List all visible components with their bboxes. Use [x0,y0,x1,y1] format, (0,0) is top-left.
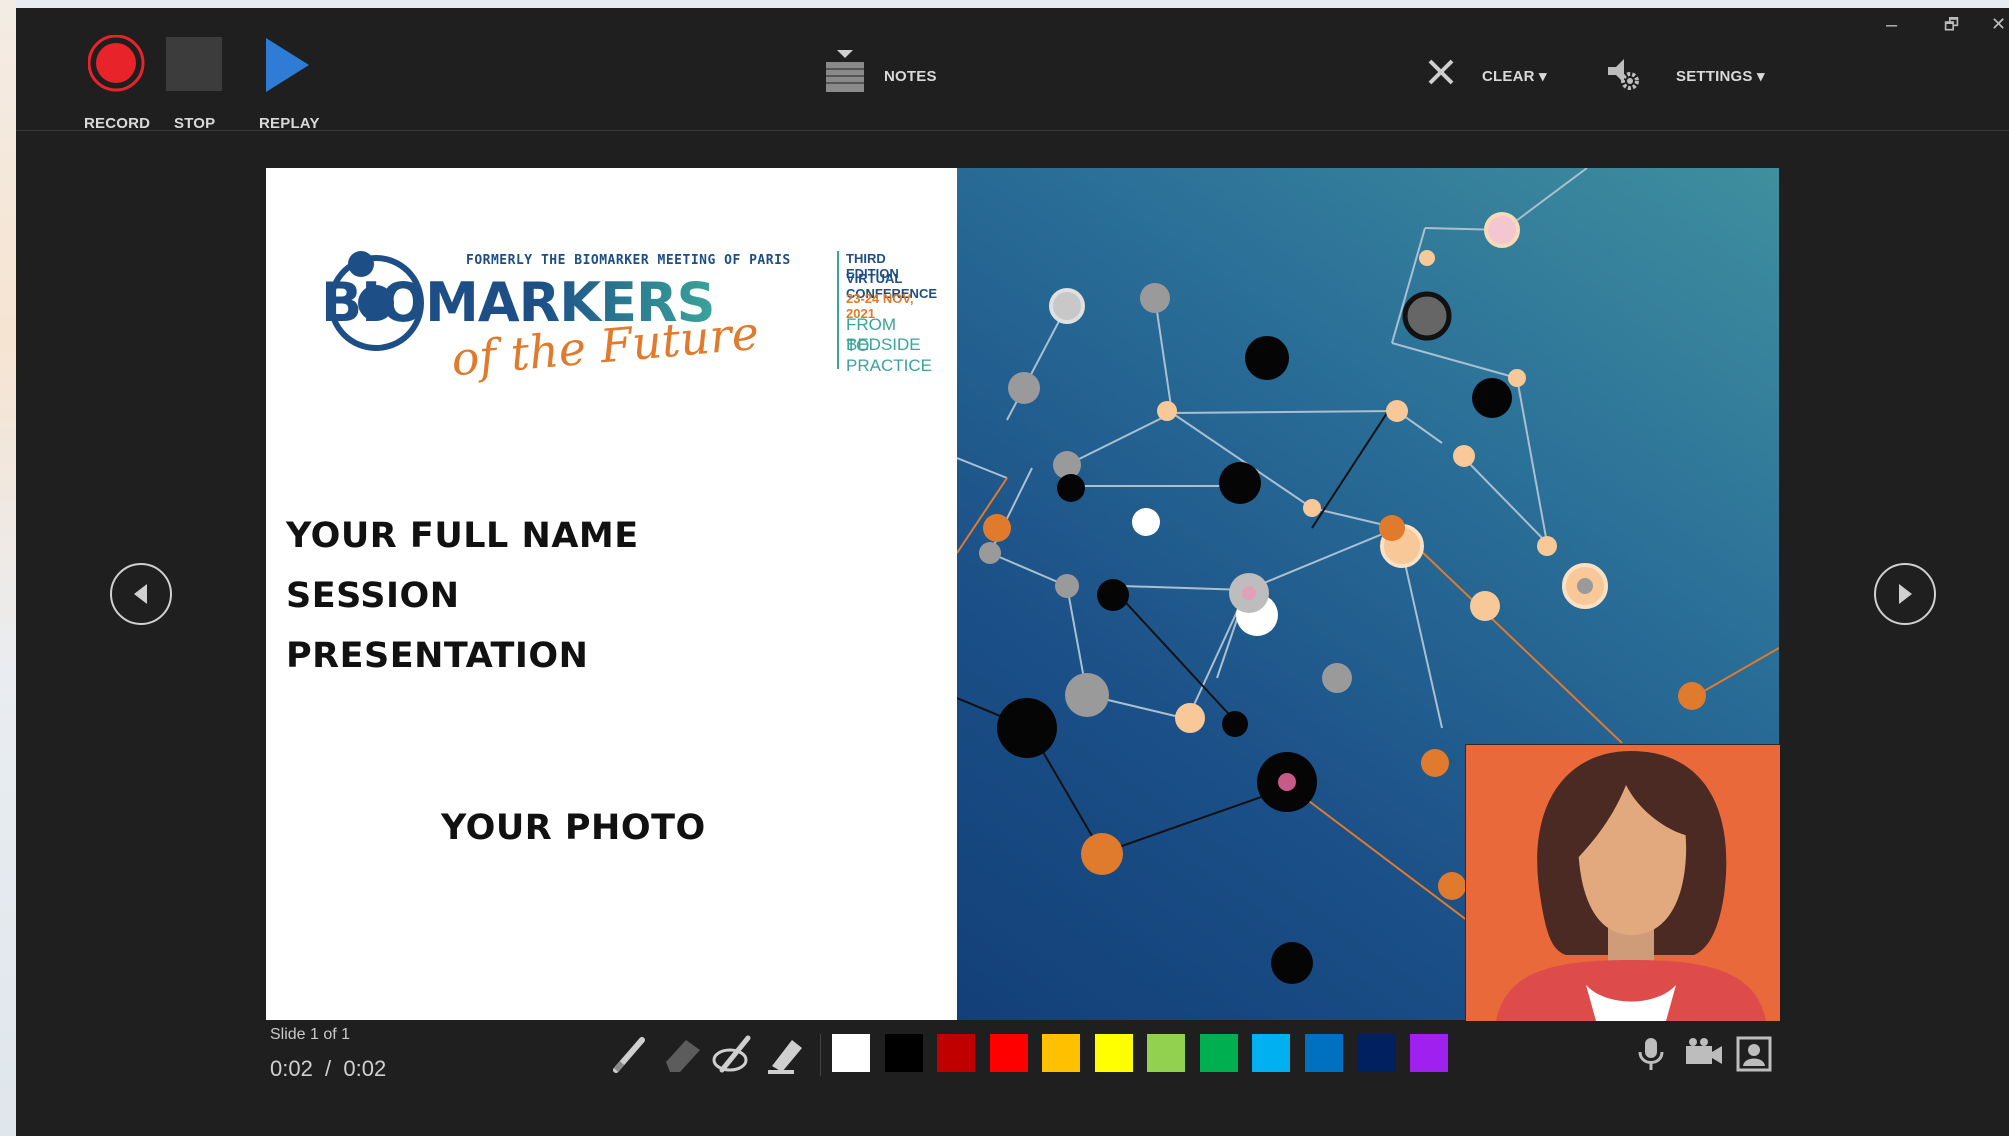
color-swatch[interactable] [987,1032,1030,1074]
color-swatch[interactable] [1145,1032,1187,1074]
camera-preview-icon [1736,1036,1772,1072]
camera-preview-toggle[interactable] [1736,1036,1772,1072]
recording-window: RECORD STOP REPLAY NOTES CLEAR ▾ SETTING… [16,8,2009,1136]
microphone-icon [1638,1038,1664,1070]
camera-toggle[interactable] [1684,1036,1722,1072]
video-camera-icon [1686,1038,1722,1064]
color-swatch[interactable] [1092,1032,1135,1074]
restore-button[interactable]: 🗗 [1944,14,1959,41]
next-slide-button[interactable] [1874,563,1936,625]
pen-tool[interactable] [608,1032,652,1076]
clear-button[interactable]: CLEAR ▾ [1426,53,1576,93]
logo-tagline2-text: TO PRACTICE [846,336,932,375]
settings-button[interactable]: SETTINGS ▾ [1604,53,1784,93]
tool-divider [820,1034,821,1076]
color-swatch[interactable] [1355,1032,1397,1074]
close-window-button[interactable]: ✕ [1991,14,2006,35]
camera-preview [1465,744,1780,1021]
color-swatch[interactable] [1040,1032,1082,1074]
desktop-background [0,0,2009,8]
session-title: SESSION [286,576,460,616]
minimize-button[interactable]: – [1886,14,1897,37]
stop-button[interactable]: STOP [164,35,224,132]
presentation-title: PRESENTATION [286,636,589,676]
chevron-right-icon [1899,584,1912,604]
photo-placeholder: YOUR PHOTO [441,808,706,848]
replay-button[interactable]: REPLAY [241,35,319,132]
previous-slide-button[interactable] [110,563,172,625]
microphone-toggle[interactable] [1633,1036,1669,1072]
record-button[interactable]: RECORD [84,35,150,132]
color-swatch[interactable] [830,1032,872,1074]
stop-icon [166,37,222,91]
color-swatch[interactable] [1250,1032,1292,1074]
desktop-edge [0,0,16,1136]
color-swatch[interactable] [1302,1032,1345,1074]
highlighter-icon [768,1040,802,1074]
eraser-icon [666,1040,700,1072]
notes-icon [826,50,864,92]
color-swatch[interactable] [1197,1032,1240,1074]
color-swatch[interactable] [882,1032,925,1074]
play-icon [266,38,309,92]
clear-label: CLEAR ▾ [1482,68,1547,85]
notes-label: NOTES [884,68,937,85]
settings-gear-icon [1608,59,1639,90]
settings-label: SETTINGS ▾ [1676,68,1765,85]
notes-button[interactable]: NOTES [824,48,974,98]
color-swatch[interactable] [1407,1032,1450,1074]
conference-logo: FORMERLY THE BIOMARKER MEETING OF PARIS … [321,243,937,386]
eraser-tool[interactable] [660,1032,704,1076]
avatar-placeholder-icon [1496,751,1766,1021]
presenter-name: YOUR FULL NAME [286,516,639,556]
laser-pen-icon [712,1035,751,1073]
highlighter-tool[interactable] [764,1032,808,1076]
slide-counter: Slide 1 of 1 [270,1026,351,1043]
chevron-left-icon [134,584,147,604]
color-swatch[interactable] [935,1032,977,1074]
clear-x-icon [1428,59,1454,85]
recording-timer: 0:02 / 0:02 [270,1056,387,1081]
laser-pointer-tool[interactable] [712,1032,756,1076]
pen-icon [613,1037,645,1073]
toolbar-divider [16,130,2009,131]
logo-divider [837,251,839,369]
record-icon [88,35,145,92]
logo-formerly-text: FORMERLY THE BIOMARKER MEETING OF PARIS [466,253,791,268]
